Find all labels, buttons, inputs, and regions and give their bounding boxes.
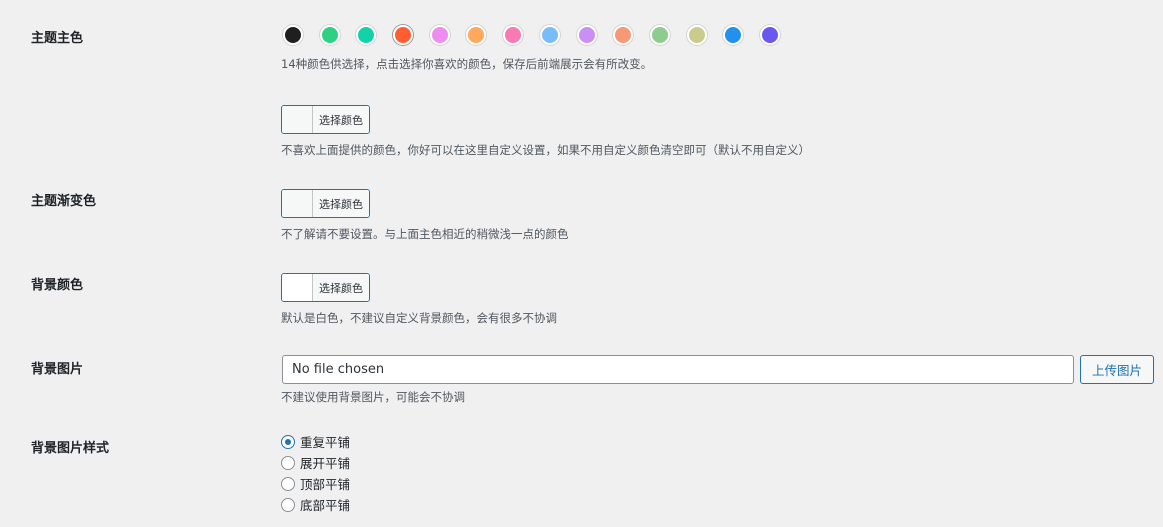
color-preview bbox=[282, 106, 313, 133]
color-swatch-orange-red[interactable] bbox=[393, 25, 414, 45]
color-swatch-teal[interactable] bbox=[356, 25, 377, 45]
bg-style-option-label: 重复平铺 bbox=[300, 435, 351, 450]
color-swatch-blue[interactable] bbox=[723, 25, 744, 45]
theme-color-desc: 14种颜色供选择，点击选择你喜欢的颜色，保存后前端展示会有所改变。 bbox=[281, 57, 653, 71]
color-swatch-lavender[interactable] bbox=[576, 25, 597, 45]
color-preview bbox=[282, 274, 313, 301]
pick-color-label: 选择颜色 bbox=[313, 274, 369, 301]
bg-style-option-label: 顶部平铺 bbox=[300, 477, 351, 492]
gradient-color-desc: 不了解请不要设置。与上面主色相近的稍微浅一点的颜色 bbox=[281, 227, 569, 241]
color-swatch-sage-green[interactable] bbox=[649, 25, 670, 45]
upload-image-button[interactable]: 上传图片 bbox=[1080, 355, 1154, 384]
custom-color-field: 选择颜色 不喜欢上面提供的颜色，你好可以在这里自定义设置，如果不用自定义颜色清空… bbox=[281, 105, 810, 158]
bg-style-radio[interactable] bbox=[281, 497, 295, 512]
pick-color-label: 选择颜色 bbox=[313, 190, 369, 217]
color-swatch-light-orange[interactable] bbox=[466, 25, 487, 45]
color-swatch-sky-blue[interactable] bbox=[539, 25, 560, 45]
bg-color-picker-button[interactable]: 选择颜色 bbox=[281, 273, 370, 302]
bg-color-field: 选择颜色 默认是白色，不建议自定义背景颜色，会有很多不协调 bbox=[281, 273, 557, 326]
bg-image-style-field: 重复平铺展开平铺顶部平铺底部平铺 bbox=[281, 431, 350, 515]
color-swatch-black[interactable] bbox=[283, 25, 303, 45]
color-swatches bbox=[281, 23, 795, 47]
color-swatch-violet[interactable] bbox=[429, 25, 450, 45]
bg-image-field: No file chosen 上传图片 不建议使用背景图片，可能会不协调 bbox=[281, 355, 1154, 405]
gradient-color-picker-button[interactable]: 选择颜色 bbox=[281, 189, 370, 218]
bg-image-file-input[interactable]: No file chosen bbox=[282, 355, 1074, 384]
color-swatch-khaki[interactable] bbox=[686, 25, 707, 45]
gradient-color-label: 主题渐变色 bbox=[31, 194, 97, 209]
color-swatch-green[interactable] bbox=[319, 25, 340, 45]
bg-style-option[interactable]: 底部平铺 bbox=[281, 494, 350, 515]
color-preview bbox=[282, 190, 313, 217]
bg-image-style-label: 背景图片样式 bbox=[31, 441, 110, 456]
bg-style-radio[interactable] bbox=[281, 476, 295, 491]
pick-color-label: 选择颜色 bbox=[313, 106, 369, 133]
theme-color-field: 14种颜色供选择，点击选择你喜欢的颜色，保存后前端展示会有所改变。 bbox=[281, 23, 795, 72]
theme-color-label: 主题主色 bbox=[31, 31, 84, 46]
bg-style-option[interactable]: 展开平铺 bbox=[281, 452, 350, 473]
bg-style-option-label: 展开平铺 bbox=[300, 456, 351, 471]
custom-color-picker-button[interactable]: 选择颜色 bbox=[281, 105, 370, 134]
bg-style-radio[interactable] bbox=[281, 455, 295, 470]
bg-style-option-label: 底部平铺 bbox=[300, 498, 351, 513]
bg-color-desc: 默认是白色，不建议自定义背景颜色，会有很多不协调 bbox=[281, 311, 557, 325]
bg-image-desc: 不建议使用背景图片，可能会不协调 bbox=[281, 390, 465, 404]
custom-color-desc: 不喜欢上面提供的颜色，你好可以在这里自定义设置，如果不用自定义颜色清空即可（默认… bbox=[281, 143, 810, 157]
color-swatch-pink[interactable] bbox=[503, 25, 524, 45]
color-swatch-salmon[interactable] bbox=[613, 25, 634, 45]
bg-style-option[interactable]: 重复平铺 bbox=[281, 431, 350, 452]
color-swatch-indigo[interactable] bbox=[759, 25, 780, 45]
bg-style-option[interactable]: 顶部平铺 bbox=[281, 473, 350, 494]
bg-style-radio[interactable] bbox=[281, 434, 295, 449]
gradient-color-field: 选择颜色 不了解请不要设置。与上面主色相近的稍微浅一点的颜色 bbox=[281, 189, 569, 242]
bg-color-label: 背景颜色 bbox=[31, 278, 84, 293]
bg-image-label: 背景图片 bbox=[31, 362, 84, 377]
